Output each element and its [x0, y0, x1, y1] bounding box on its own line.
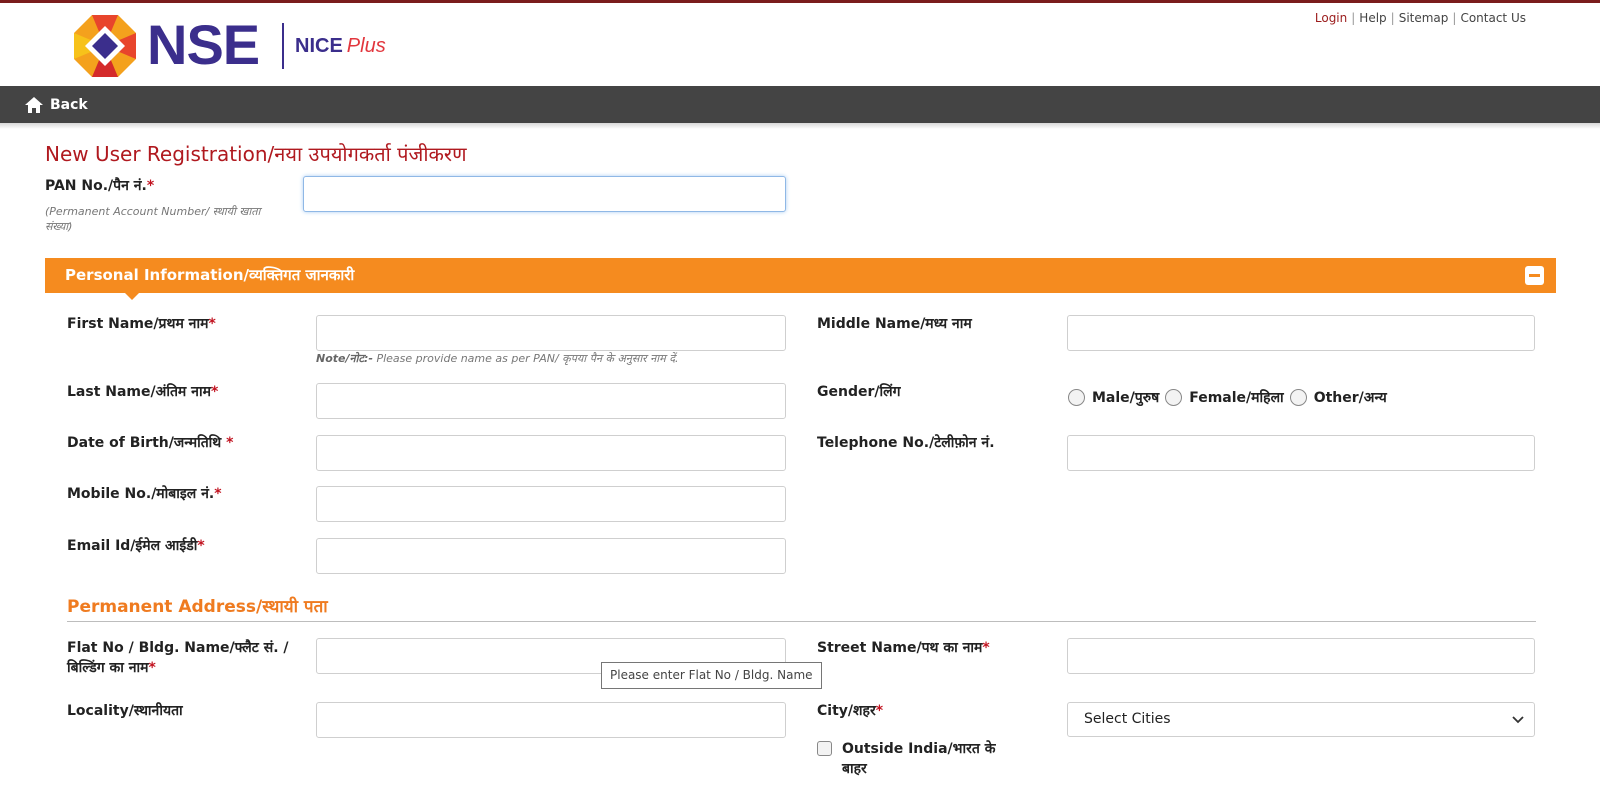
street-label-text: Street Name/पथ का नाम	[817, 640, 983, 656]
pan-hint: (Permanent Account Number/ स्थायी खाता स…	[45, 205, 261, 233]
outside-india-label: Outside India/भारत के बाहर	[842, 741, 996, 777]
required-mark: *	[146, 178, 155, 194]
email-label: Email Id/ईमेल आईडी*	[67, 536, 205, 556]
required-mark: *	[214, 486, 222, 502]
back-button[interactable]: Back	[24, 94, 88, 116]
logo-product-name: NICE	[295, 35, 343, 57]
dob-input[interactable]	[316, 435, 786, 471]
gender-option-male[interactable]: Male/पुरुष	[1068, 388, 1159, 407]
section-pointer	[125, 293, 139, 300]
first-name-label-text: First Name/प्रथम नाम	[67, 316, 209, 332]
required-mark: *	[982, 640, 990, 656]
contact-us-link[interactable]: Contact Us	[1460, 11, 1526, 25]
name-note: Note/नोट:- Please provide name as per PA…	[316, 351, 679, 366]
last-name-label: Last Name/अंतिम नाम*	[67, 382, 218, 402]
logo-product-suffix: Plus	[346, 35, 386, 57]
nav-shadow	[0, 123, 1600, 129]
city-label: City/शहर*	[817, 701, 883, 721]
flat-label-line1: Flat No / Bldg. Name/फ्लैट सं. /	[67, 640, 289, 656]
middle-name-input[interactable]	[1067, 315, 1535, 351]
locality-label: Locality/स्थानीयता	[67, 703, 183, 719]
minus-bar	[1529, 274, 1540, 277]
gender-option-female[interactable]: Female/महिला	[1165, 388, 1284, 407]
mobile-label-text: Mobile No./मोबाइल नं.	[67, 486, 215, 502]
required-mark: *	[197, 538, 205, 554]
logo-divider	[282, 23, 284, 69]
flat-label-line2: बिल्डिंग का नाम	[67, 660, 149, 676]
street-input[interactable]	[1067, 638, 1535, 674]
site-header: NSE NICE Plus Login | Help | Sitemap | Contact …	[0, 3, 1600, 85]
telephone-input[interactable]	[1067, 435, 1535, 471]
home-icon	[25, 97, 43, 113]
required-mark: *	[208, 316, 216, 332]
login-link[interactable]: Login	[1315, 11, 1347, 25]
radio-button[interactable]	[1165, 389, 1183, 406]
pan-input[interactable]	[303, 176, 786, 212]
gender-option-label: Female/महिला	[1189, 390, 1284, 406]
city-label-text: City/शहर	[817, 703, 876, 719]
dob-label-text: Date of Birth/जन्मतिथि	[67, 435, 227, 451]
city-select[interactable]: Select Cities	[1067, 702, 1535, 737]
sitemap-link[interactable]: Sitemap	[1399, 11, 1449, 25]
gender-option-label: Male/पुरुष	[1092, 390, 1160, 406]
mobile-input[interactable]	[316, 486, 786, 522]
nse-logo-icon	[74, 15, 136, 77]
radio-button[interactable]	[1068, 389, 1085, 406]
last-name-input[interactable]	[316, 383, 786, 419]
city-select-value: Select Cities	[1084, 711, 1171, 727]
street-label: Street Name/पथ का नाम*	[817, 638, 990, 658]
required-mark: *	[875, 703, 884, 719]
outside-india-checkbox[interactable]	[817, 741, 832, 756]
permanent-address-title: Permanent Address/स्थायी पता	[67, 597, 328, 617]
link-separator: |	[1351, 11, 1356, 25]
help-link[interactable]: Help	[1359, 11, 1386, 25]
flat-input-tooltip: Please enter Flat No / Bldg. Name	[601, 662, 822, 689]
dob-label: Date of Birth/जन्मतिथि *	[67, 433, 233, 453]
nav-bar: Back	[0, 86, 1600, 123]
gender-option-other[interactable]: Other/अन्य	[1289, 388, 1387, 407]
section-divider	[67, 621, 1536, 622]
gender-radio-group: Male/पुरुष Female/महिला Other/अन्य	[1068, 388, 1393, 407]
back-label: Back	[50, 97, 88, 113]
note-text: Please provide name as per PAN/ कृपया पै…	[372, 352, 679, 365]
note-prefix: Note/नोट:-	[316, 352, 373, 365]
required-mark: *	[210, 384, 219, 400]
gender-label: Gender/लिंग	[817, 384, 901, 400]
mobile-label: Mobile No./मोबाइल नं.*	[67, 484, 222, 504]
last-name-label-text: Last Name/अंतिम नाम	[67, 384, 211, 400]
section-title: Personal Information/व्यक्तिगत जानकारी	[65, 266, 355, 284]
gender-option-label: Other/अन्य	[1313, 390, 1387, 406]
logo-text: NSE	[147, 13, 260, 76]
email-label-text: Email Id/ईमेल आईडी	[67, 538, 198, 554]
radio-button[interactable]	[1289, 389, 1307, 406]
locality-input[interactable]	[316, 702, 786, 738]
chevron-down-icon	[1512, 716, 1524, 724]
first-name-label: First Name/प्रथम नाम*	[67, 314, 216, 334]
email-input[interactable]	[316, 538, 786, 574]
pan-label: PAN No./पैन नं.*	[45, 176, 154, 196]
link-separator: |	[1390, 11, 1395, 25]
pan-label-text: PAN No./पैन नं.	[45, 178, 147, 194]
first-name-input[interactable]	[316, 315, 786, 351]
telephone-label: Telephone No./टेलीफ़ोन नं.	[817, 435, 995, 451]
link-separator: |	[1452, 11, 1457, 25]
logo-product: NICE Plus	[295, 33, 386, 59]
middle-name-label: Middle Name/मध्य नाम	[817, 316, 972, 332]
top-links: Login | Help | Sitemap | Contact Us	[1315, 11, 1526, 25]
page-title: New User Registration/नया उपयोगकर्ता पंज…	[45, 142, 467, 166]
collapse-minus-icon[interactable]	[1525, 266, 1544, 285]
required-mark: *	[148, 660, 156, 676]
personal-info-section-header[interactable]: Personal Information/व्यक्तिगत जानकारी	[45, 258, 1556, 300]
flat-label: Flat No / Bldg. Name/फ्लैट सं. / बिल्डिंग…	[67, 638, 297, 678]
required-mark: *	[226, 435, 234, 451]
